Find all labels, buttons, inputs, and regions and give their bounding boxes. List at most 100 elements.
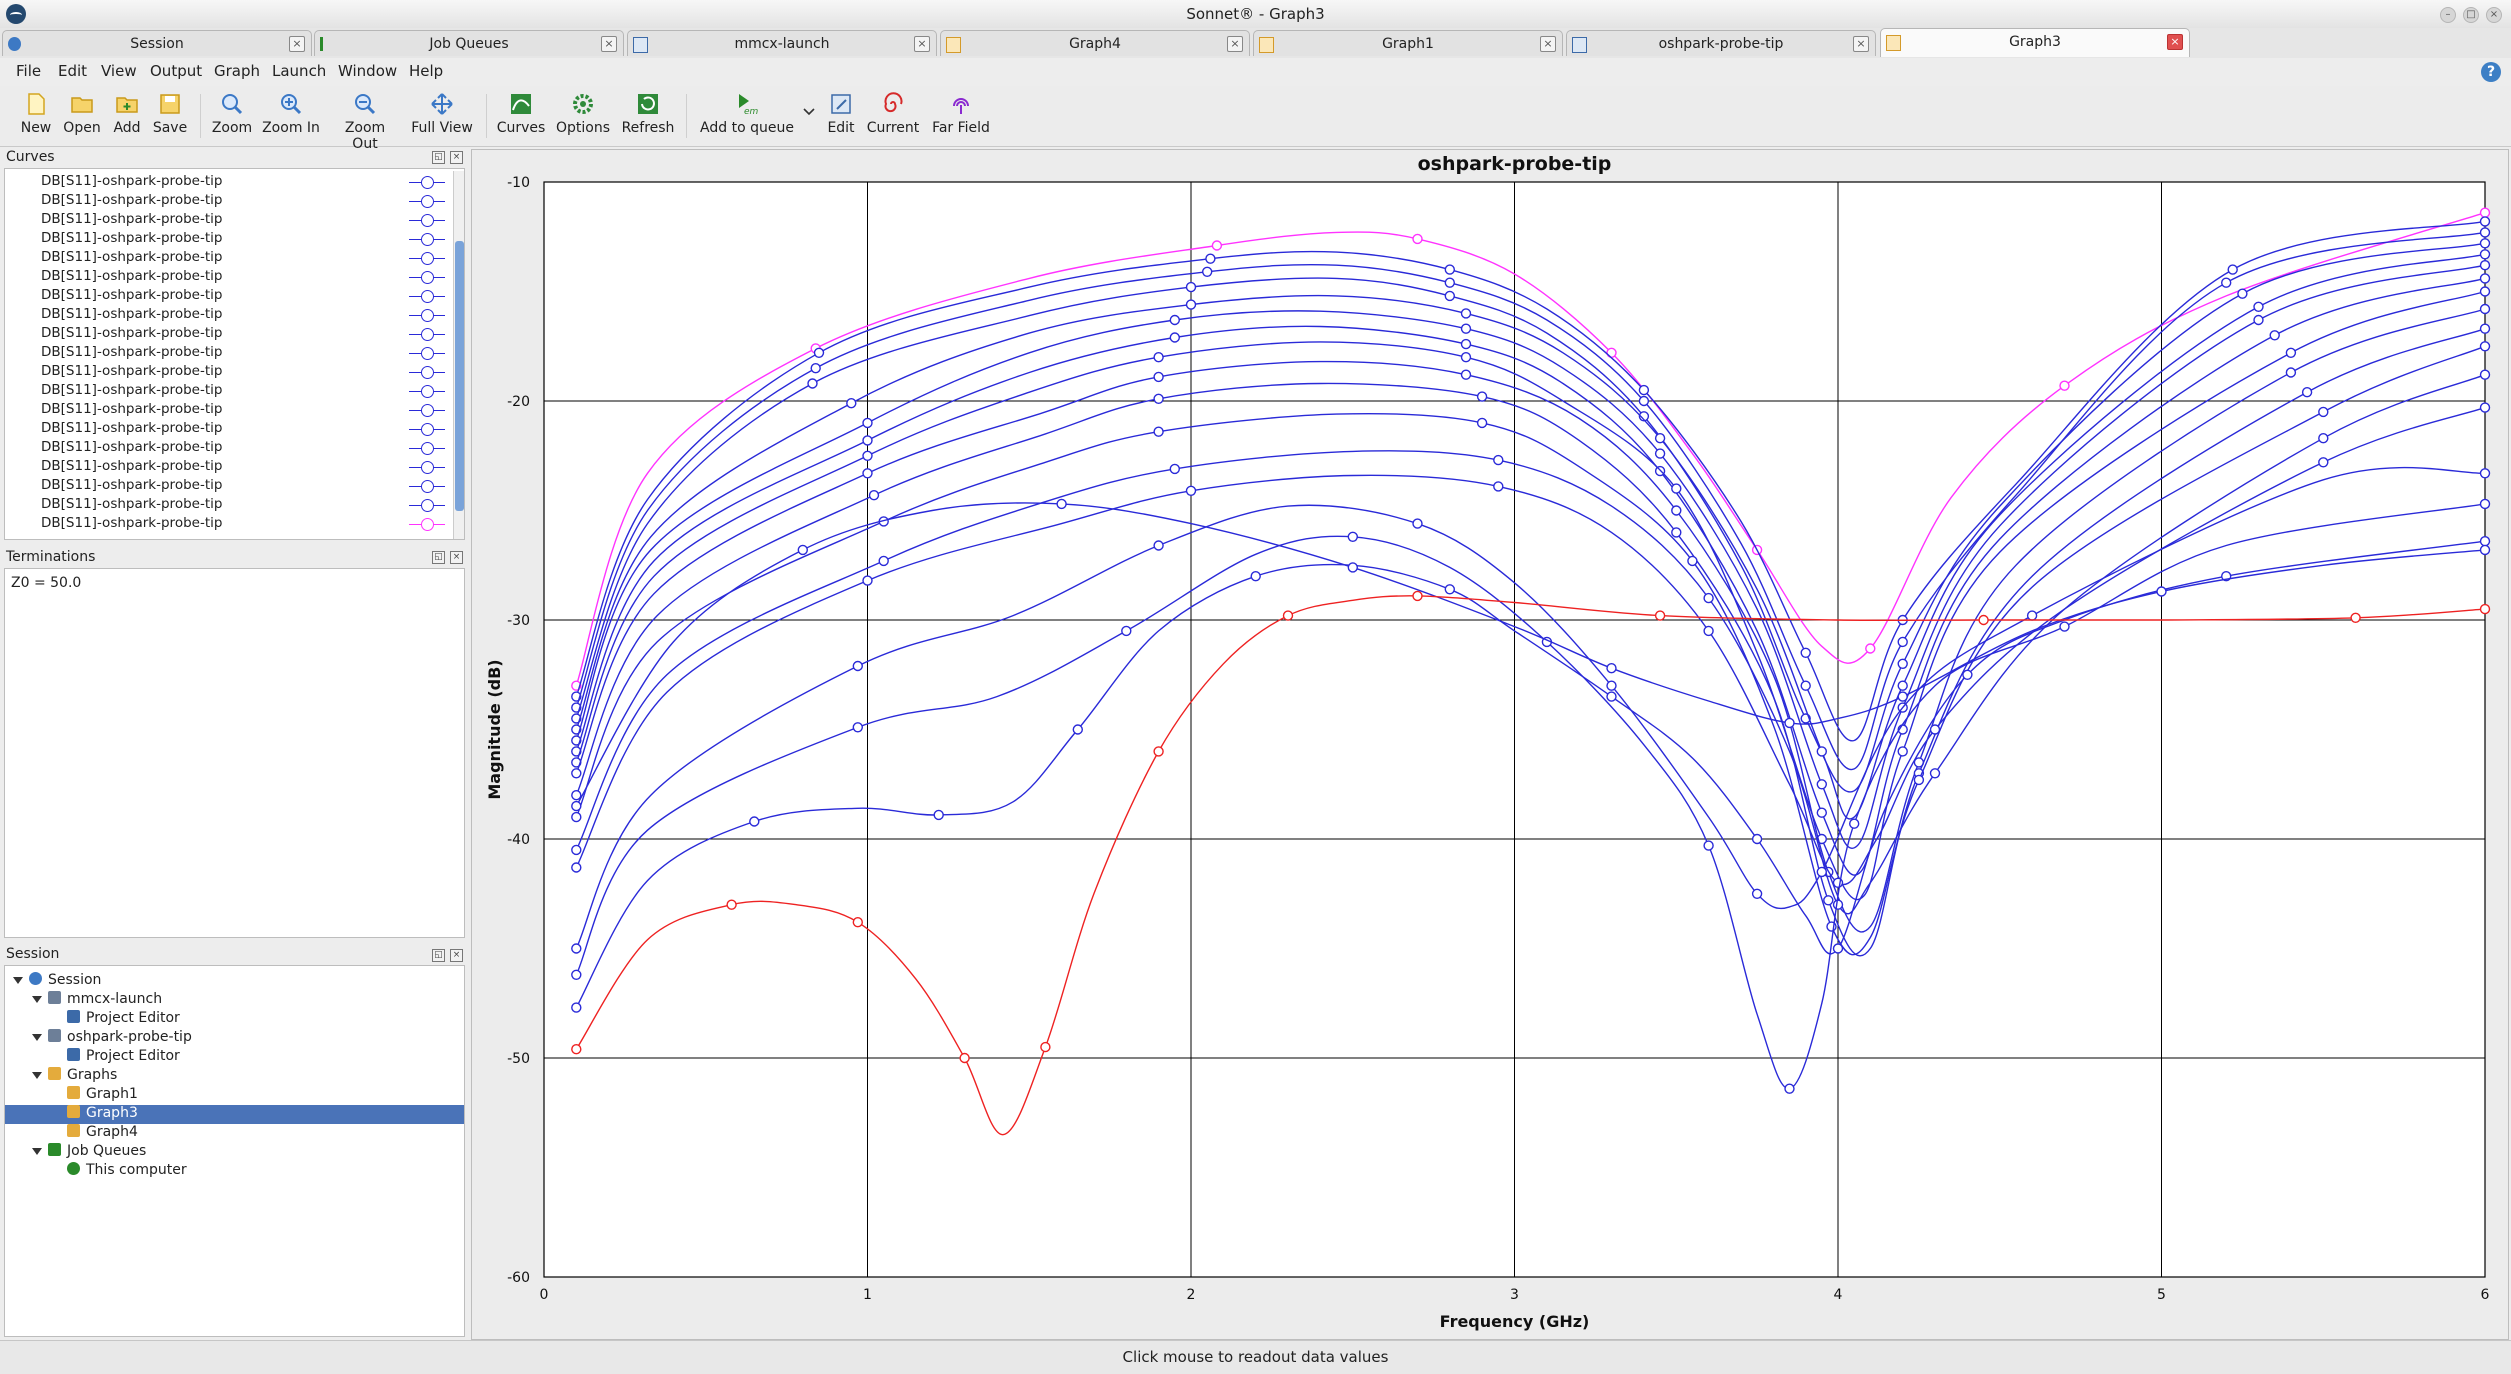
zoom-button[interactable]: Zoom [210,92,254,136]
session-tree-item[interactable]: mmcx-launch [32,991,162,1010]
data-point-marker[interactable] [1897,680,1908,691]
close-tab-icon[interactable]: × [1540,36,1556,52]
data-point-marker[interactable] [1638,395,1650,407]
data-point-marker[interactable] [1800,680,1811,691]
data-point-marker[interactable] [1832,943,1844,954]
data-point-marker[interactable] [1121,625,1132,637]
data-point-marker[interactable] [571,862,582,873]
data-point-marker[interactable] [2227,264,2238,275]
data-point-marker[interactable] [1169,463,1180,475]
curve-list-item[interactable]: DB[S11]-oshpark-probe-tip [41,496,445,515]
data-point-marker[interactable] [1169,314,1180,326]
data-point-marker[interactable] [1751,833,1763,845]
data-point-marker[interactable] [1460,369,1472,380]
data-point-marker[interactable] [862,435,873,446]
data-point-marker[interactable] [810,362,821,374]
data-point-marker[interactable] [868,490,880,501]
s11-chart[interactable]: 0 1 2 3 4 5 6 -10 -20 -30 -40 -50 -60 oshpark-probe-… [472,150,2508,1339]
help-icon[interactable]: ? [2481,62,2501,82]
data-point-marker[interactable] [1897,636,1908,648]
close-panel-icon[interactable]: × [450,551,463,564]
data-point-marker[interactable] [1444,584,1455,595]
data-point-marker[interactable] [1460,338,1472,350]
menu-file[interactable]: File [16,62,41,80]
data-point-marker[interactable] [1638,384,1650,396]
curve-list-item[interactable]: DB[S11]-oshpark-probe-tip [41,401,445,420]
data-point-marker[interactable] [1460,351,1472,363]
data-point-marker[interactable] [2253,314,2264,326]
data-point-marker[interactable] [1444,290,1455,302]
data-point-marker[interactable] [1185,299,1197,310]
menu-graph[interactable]: Graph [214,62,260,80]
data-point-marker[interactable] [1185,485,1197,496]
tab-graph4[interactable]: Graph4 × [940,30,1250,56]
close-panel-icon[interactable]: × [450,949,463,962]
data-point-marker[interactable] [2479,207,2491,218]
data-point-marker[interactable] [1056,498,1067,510]
close-tab-icon[interactable]: × [601,36,617,52]
data-point-marker[interactable] [1202,266,1213,278]
add-to-queue-button[interactable]: em Add to queue [700,92,794,136]
data-point-marker[interactable] [2479,303,2491,315]
curve-list-item[interactable]: DB[S11]-oshpark-probe-tip [41,192,445,211]
data-point-marker[interactable] [1347,531,1358,542]
data-point-marker[interactable] [2059,380,2070,391]
data-point-marker[interactable] [2156,586,2167,597]
data-point-marker[interactable] [1153,426,1164,437]
data-point-marker[interactable] [862,417,873,429]
data-point-marker[interactable] [2479,498,2491,510]
session-tree-item[interactable]: Project Editor [51,1048,180,1067]
data-point-marker[interactable] [878,555,889,567]
data-point-marker[interactable] [933,809,944,821]
data-point-marker[interactable] [1816,807,1828,818]
curve-list-item[interactable]: DB[S11]-oshpark-probe-tip [41,458,445,477]
data-point-marker[interactable] [1606,663,1617,674]
data-point-marker[interactable] [1800,647,1811,658]
data-point-marker[interactable] [1671,505,1682,516]
session-tree-item[interactable]: Job Queues [32,1143,146,1162]
data-point-marker[interactable] [2479,369,2491,380]
data-point-marker[interactable] [1211,240,1223,251]
menu-output[interactable]: Output [150,62,202,80]
data-point-marker[interactable] [1929,724,1941,735]
data-point-marker[interactable] [1929,768,1941,779]
close-tab-icon[interactable]: × [1227,36,1243,52]
tab-session[interactable]: Session × [2,30,312,56]
data-point-marker[interactable] [2479,238,2491,249]
graph-panel[interactable]: 0 1 2 3 4 5 6 -10 -20 -30 -40 -50 -60 oshpark-probe-… [471,149,2509,1340]
data-point-marker[interactable] [2479,227,2491,238]
data-point-marker[interactable] [852,660,863,672]
data-point-marker[interactable] [1153,351,1164,363]
data-point-marker[interactable] [1751,888,1763,899]
expand-toggle-icon[interactable] [32,1071,42,1079]
expand-toggle-icon[interactable] [32,995,42,1003]
data-point-marker[interactable] [1444,264,1455,275]
tab-oshpark-probe-tip[interactable]: oshpark-probe-tip × [1566,30,1876,56]
data-point-marker[interactable] [1654,610,1666,621]
close-tab-icon[interactable]: × [1853,36,1869,52]
float-panel-icon[interactable]: ◱ [432,151,445,164]
curve-list-item[interactable]: DB[S11]-oshpark-probe-tip [41,230,445,249]
data-point-marker[interactable] [1476,391,1488,402]
data-point-marker[interactable] [1654,433,1666,444]
data-point-marker[interactable] [2285,367,2297,378]
data-point-marker[interactable] [1816,779,1828,790]
data-point-marker[interactable] [1897,658,1908,669]
data-point-marker[interactable] [1962,669,1973,680]
data-point-marker[interactable] [2479,341,2491,352]
session-tree-item[interactable]: Graphs [32,1067,117,1086]
data-point-marker[interactable] [2479,323,2491,334]
data-point-marker[interactable] [1460,308,1472,319]
data-point-marker[interactable] [1153,371,1164,383]
data-point-marker[interactable] [862,450,873,461]
curve-list-item[interactable]: DB[S11]-oshpark-probe-tip [41,287,445,306]
data-point-marker[interactable] [2479,603,2491,615]
data-point-marker[interactable] [1412,518,1423,529]
data-point-marker[interactable] [1282,610,1294,621]
data-point-marker[interactable] [852,917,863,928]
data-point-marker[interactable] [2253,301,2264,313]
close-window-icon[interactable]: × [2486,7,2502,23]
data-point-marker[interactable] [1687,555,1698,567]
data-point-marker[interactable] [1476,417,1488,429]
data-point-marker[interactable] [1865,643,1876,654]
